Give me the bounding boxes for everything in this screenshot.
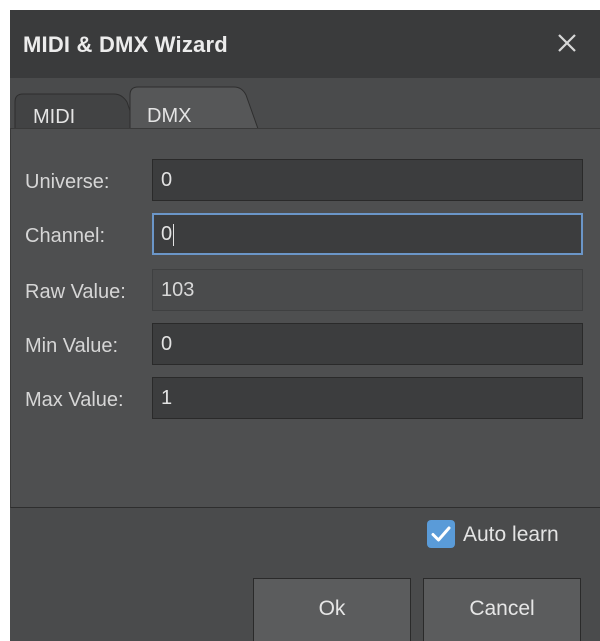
ok-button[interactable]: Ok xyxy=(253,578,411,641)
wizard-dialog: MIDI & DMX Wizard MIDI DMX Universe: 0 C… xyxy=(10,10,600,641)
channel-field[interactable]: 0 xyxy=(152,213,583,255)
min-value-label: Min Value: xyxy=(25,335,119,357)
max-value-field[interactable]: 1 xyxy=(152,377,583,419)
raw-value-label: Raw Value: xyxy=(25,281,126,303)
checkmark-icon xyxy=(431,526,451,542)
channel-label: Channel: xyxy=(25,225,106,247)
dialog-title: MIDI & DMX Wizard xyxy=(23,32,228,57)
cancel-button[interactable]: Cancel xyxy=(423,578,581,641)
raw-value-field: 103 xyxy=(152,269,583,311)
text-caret xyxy=(173,223,175,246)
auto-learn-label: Auto learn xyxy=(463,523,559,546)
max-value-value: 1 xyxy=(161,387,173,409)
max-value-label: Max Value: xyxy=(25,389,124,411)
universe-value: 0 xyxy=(161,169,173,191)
dmx-settings-panel: Universe: 0 Channel: 0 Raw Value: 103 Mi… xyxy=(10,128,600,508)
tab-midi-label: MIDI xyxy=(33,106,76,128)
channel-value: 0 xyxy=(161,223,173,245)
min-value-field[interactable]: 0 xyxy=(152,323,583,365)
raw-value-value: 103 xyxy=(161,279,195,301)
min-value-value: 0 xyxy=(161,333,173,355)
close-button[interactable] xyxy=(552,28,582,58)
close-icon xyxy=(558,34,576,52)
auto-learn-checkbox[interactable] xyxy=(427,520,455,548)
tab-dmx-label: DMX xyxy=(147,105,192,127)
universe-label: Universe: xyxy=(25,171,110,193)
universe-field[interactable]: 0 xyxy=(152,159,583,201)
title-bar: MIDI & DMX Wizard xyxy=(10,10,600,78)
